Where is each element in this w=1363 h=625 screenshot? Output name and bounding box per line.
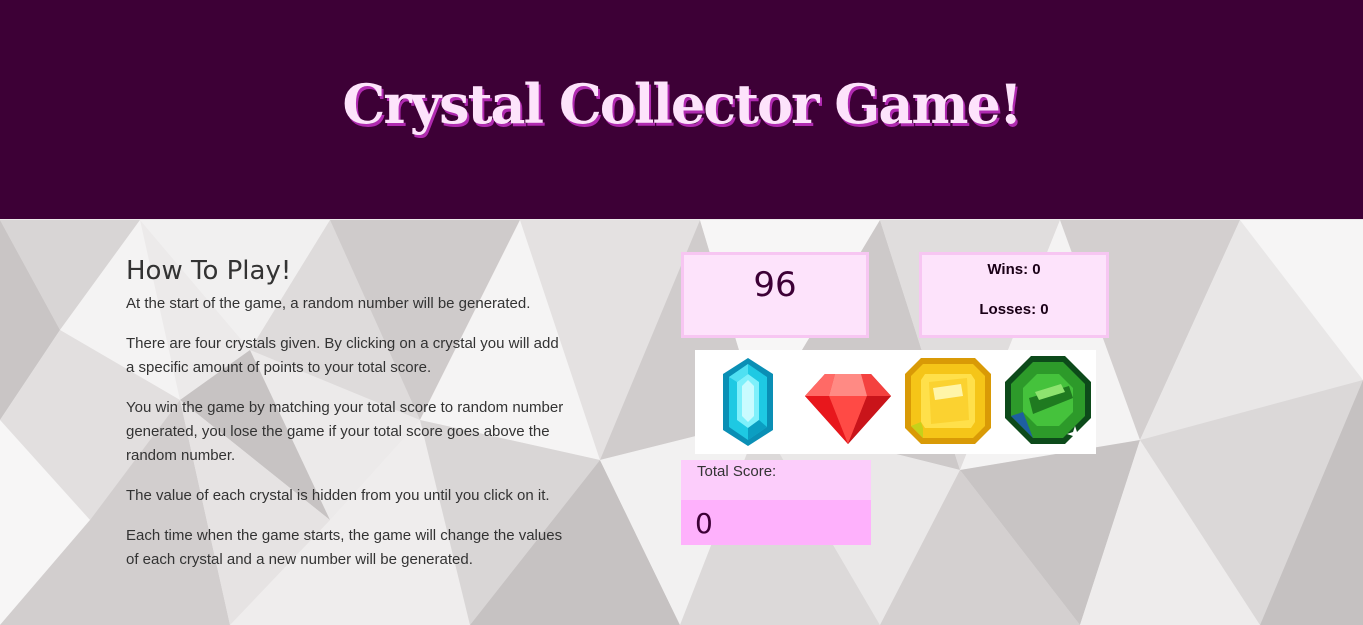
instructions-heading: How To Play!	[126, 256, 292, 286]
green-crystal-icon	[1005, 356, 1091, 444]
total-score-box: Total Score: 0	[681, 460, 871, 545]
page-title: Crystal Collector Game!	[342, 72, 1022, 136]
crystal-row	[695, 350, 1096, 454]
red-crystal-icon	[805, 374, 891, 444]
losses-counter: Losses: 0	[979, 301, 1049, 318]
instruction-paragraph: At the start of the game, a random numbe…	[126, 295, 531, 312]
yellow-crystal-icon	[905, 358, 991, 444]
win-loss-box: Wins: 0 Losses: 0	[919, 252, 1109, 338]
total-score-label: Total Score:	[681, 460, 871, 500]
wins-counter: Wins: 0	[987, 261, 1041, 278]
blue-crystal-button[interactable]	[699, 352, 797, 450]
total-score-value: 0	[681, 500, 871, 545]
instruction-paragraph: Each time when the game starts, the game…	[126, 527, 563, 568]
red-crystal-button[interactable]	[799, 352, 897, 450]
green-crystal-button[interactable]	[999, 352, 1097, 450]
instruction-paragraph: The value of each crystal is hidden from…	[126, 487, 550, 504]
blue-crystal-icon	[723, 358, 773, 446]
instruction-paragraph: There are four crystals given. By clicki…	[126, 335, 559, 376]
instruction-paragraph: You win the game by matching your total …	[126, 399, 564, 464]
page-header: Crystal Collector Game!	[0, 0, 1363, 219]
instructions-panel: How To Play! At the start of the game, a…	[126, 254, 566, 588]
target-number: 96	[753, 265, 797, 305]
target-number-box: 96	[681, 252, 869, 338]
yellow-crystal-button[interactable]	[899, 352, 997, 450]
